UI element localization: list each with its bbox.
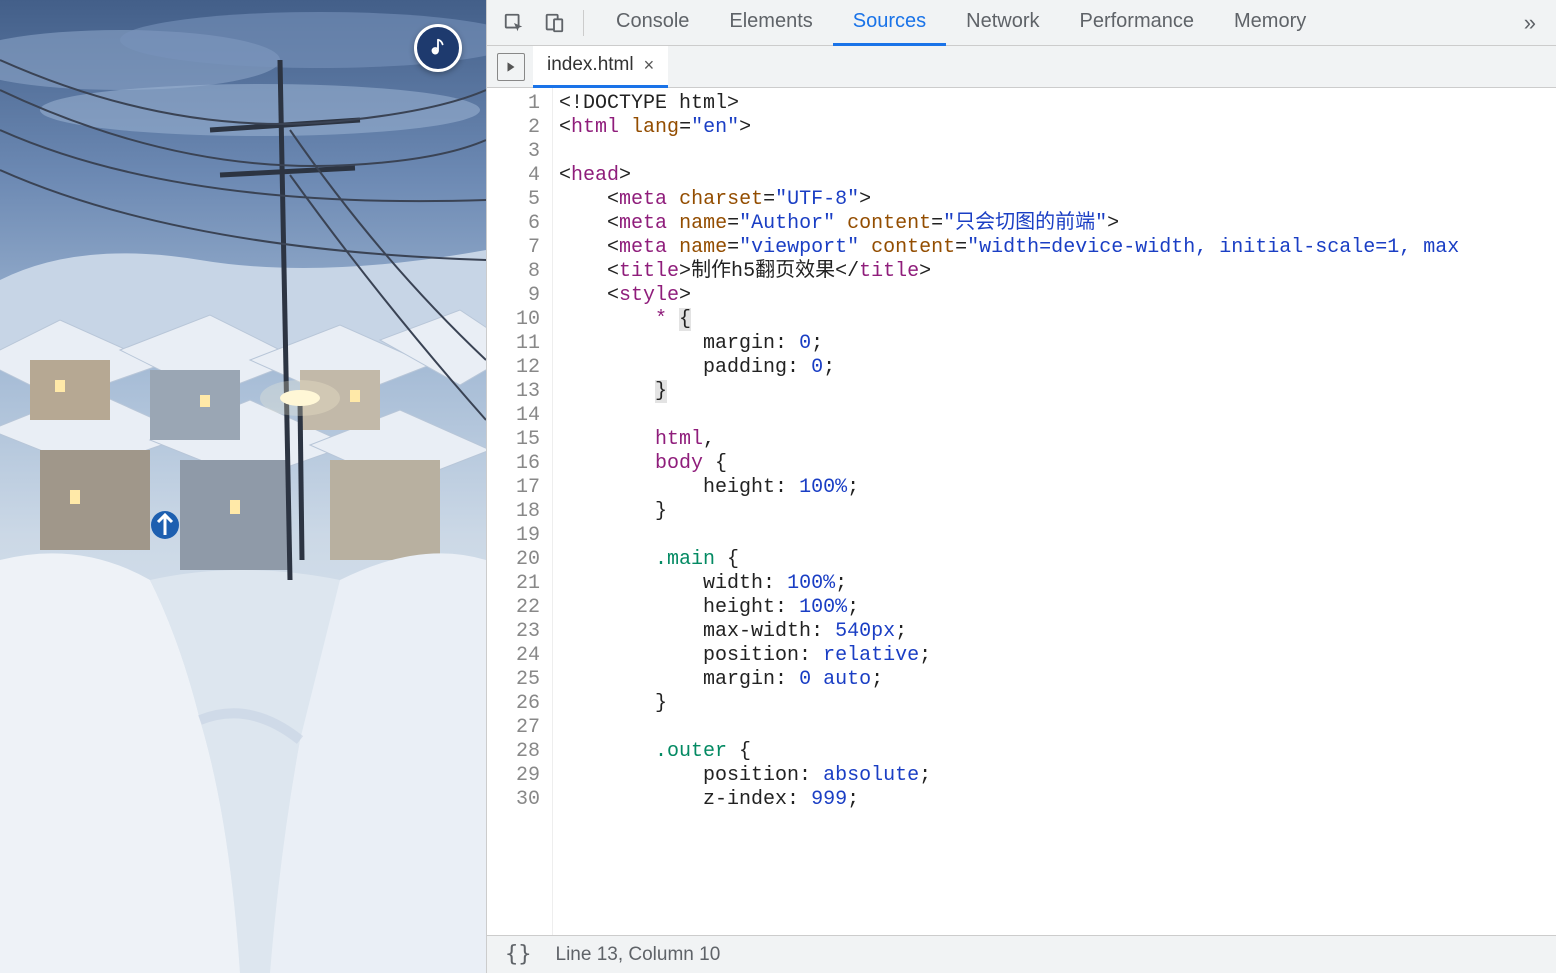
line-number: 27 <box>487 716 540 740</box>
line-number: 8 <box>487 260 540 284</box>
line-number: 9 <box>487 284 540 308</box>
line-number: 2 <box>487 116 540 140</box>
more-tabs-button[interactable]: » <box>1516 10 1546 36</box>
line-number: 10 <box>487 308 540 332</box>
code-editor[interactable]: 1234567891011121314151617181920212223242… <box>487 88 1556 935</box>
page-preview <box>0 0 486 973</box>
scene-illustration <box>0 0 486 973</box>
line-number: 24 <box>487 644 540 668</box>
line-number: 26 <box>487 692 540 716</box>
status-bar: {} Line 13, Column 10 <box>487 935 1556 973</box>
navigator-toggle-icon[interactable] <box>497 53 525 81</box>
line-number: 16 <box>487 452 540 476</box>
file-tabbar: index.html × <box>487 46 1556 88</box>
tab-sources[interactable]: Sources <box>833 0 946 46</box>
line-number: 1 <box>487 92 540 116</box>
code-line[interactable]: } <box>559 500 1556 524</box>
line-number: 11 <box>487 332 540 356</box>
line-number: 6 <box>487 212 540 236</box>
devtools-tabbar: ConsoleElementsSourcesNetworkPerformance… <box>487 0 1556 46</box>
code-line[interactable]: } <box>559 380 1556 404</box>
tab-console[interactable]: Console <box>596 0 709 46</box>
line-number: 30 <box>487 788 540 812</box>
code-line[interactable]: * { <box>559 308 1556 332</box>
code-line[interactable] <box>559 140 1556 164</box>
code-content[interactable]: <!DOCTYPE html><html lang="en"> <head> <… <box>553 88 1556 935</box>
tab-performance[interactable]: Performance <box>1060 0 1215 46</box>
line-number: 18 <box>487 500 540 524</box>
code-line[interactable]: <html lang="en"> <box>559 116 1556 140</box>
file-tab-index-html[interactable]: index.html × <box>533 46 668 88</box>
line-number: 23 <box>487 620 540 644</box>
line-number: 28 <box>487 740 540 764</box>
code-line[interactable]: max-width: 540px; <box>559 620 1556 644</box>
music-note-icon <box>427 37 449 59</box>
code-line[interactable]: position: absolute; <box>559 764 1556 788</box>
music-toggle-button[interactable] <box>414 24 462 72</box>
close-file-icon[interactable]: × <box>644 55 655 76</box>
tab-memory[interactable]: Memory <box>1214 0 1326 46</box>
line-number: 25 <box>487 668 540 692</box>
code-line[interactable]: <style> <box>559 284 1556 308</box>
code-line[interactable]: margin: 0 auto; <box>559 668 1556 692</box>
code-line[interactable]: <meta name="viewport" content="width=dev… <box>559 236 1556 260</box>
line-number: 7 <box>487 236 540 260</box>
device-toolbar-icon[interactable] <box>537 6 571 40</box>
pretty-print-icon[interactable]: {} <box>505 942 532 967</box>
code-line[interactable]: <!DOCTYPE html> <box>559 92 1556 116</box>
code-line[interactable]: <title>制作h5翻页效果</title> <box>559 260 1556 284</box>
separator <box>583 10 584 36</box>
code-line[interactable] <box>559 404 1556 428</box>
line-number: 19 <box>487 524 540 548</box>
code-line[interactable]: margin: 0; <box>559 332 1556 356</box>
code-line[interactable]: <meta charset="UTF-8"> <box>559 188 1556 212</box>
line-number: 20 <box>487 548 540 572</box>
code-line[interactable]: width: 100%; <box>559 572 1556 596</box>
line-number: 4 <box>487 164 540 188</box>
line-number: 14 <box>487 404 540 428</box>
code-line[interactable]: .main { <box>559 548 1556 572</box>
line-number: 21 <box>487 572 540 596</box>
code-line[interactable]: z-index: 999; <box>559 788 1556 812</box>
code-line[interactable]: height: 100%; <box>559 596 1556 620</box>
code-line[interactable]: padding: 0; <box>559 356 1556 380</box>
code-line[interactable]: <head> <box>559 164 1556 188</box>
code-line[interactable]: html, <box>559 428 1556 452</box>
line-number: 5 <box>487 188 540 212</box>
line-number: 3 <box>487 140 540 164</box>
code-line[interactable]: height: 100%; <box>559 476 1556 500</box>
line-number: 13 <box>487 380 540 404</box>
code-line[interactable]: body { <box>559 452 1556 476</box>
code-line[interactable]: } <box>559 692 1556 716</box>
line-number: 22 <box>487 596 540 620</box>
file-tab-label: index.html <box>547 54 634 76</box>
line-number-gutter: 1234567891011121314151617181920212223242… <box>487 88 553 935</box>
line-number: 29 <box>487 764 540 788</box>
code-line[interactable]: position: relative; <box>559 644 1556 668</box>
inspect-element-icon[interactable] <box>497 6 531 40</box>
devtools-panel: ConsoleElementsSourcesNetworkPerformance… <box>486 0 1556 973</box>
code-line[interactable] <box>559 524 1556 548</box>
tab-elements[interactable]: Elements <box>709 0 832 46</box>
cursor-position: Line 13, Column 10 <box>556 944 721 966</box>
line-number: 12 <box>487 356 540 380</box>
line-number: 15 <box>487 428 540 452</box>
code-line[interactable] <box>559 716 1556 740</box>
code-line[interactable]: <meta name="Author" content="只会切图的前端"> <box>559 212 1556 236</box>
code-line[interactable]: .outer { <box>559 740 1556 764</box>
line-number: 17 <box>487 476 540 500</box>
tab-network[interactable]: Network <box>946 0 1059 46</box>
